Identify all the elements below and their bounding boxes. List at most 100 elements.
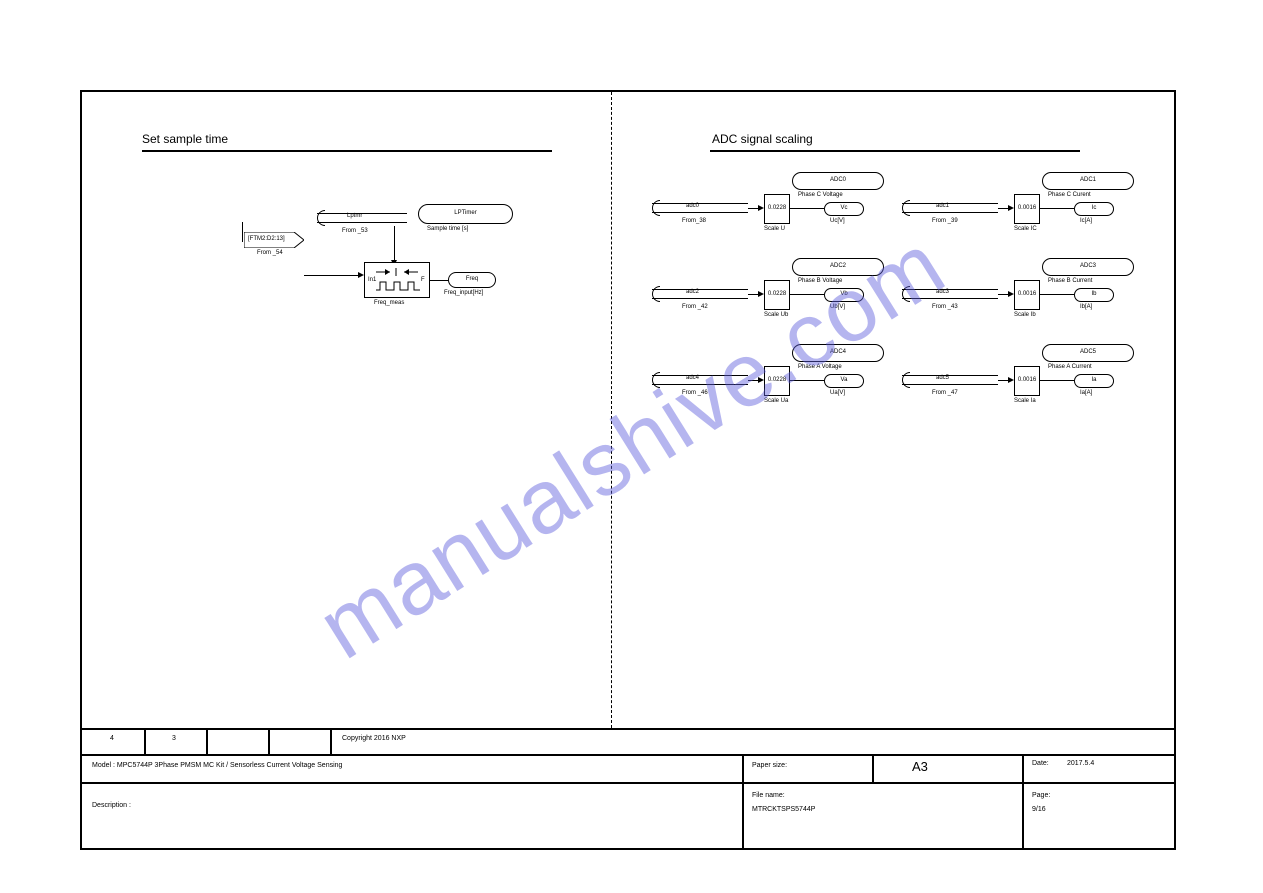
adc0-out-line: [790, 208, 824, 209]
adc5-out-pill: Ia: [1074, 374, 1114, 388]
adc3-src-label: ADC3: [1043, 263, 1133, 270]
left-section-title: Set sample time: [142, 132, 228, 146]
adc2-gain-label: 0.0228: [765, 291, 789, 298]
tb-v4: [330, 728, 332, 754]
adc3-bus-label: adc3: [936, 289, 949, 296]
adc0-bus-label: adc0: [686, 203, 699, 210]
adc2-out-pill: Vb: [824, 288, 864, 302]
tb-r3-file-lbl: File name:: [752, 792, 785, 799]
adc4-gain-label: 0.0228: [765, 377, 789, 384]
titleblock-line-2: [82, 782, 1174, 784]
adc4-src-label: ADC4: [793, 349, 883, 356]
adc0-out-pill: Vc: [824, 202, 864, 216]
pulse-train-icon: [368, 266, 428, 294]
tb-r2-a3: A3: [912, 759, 928, 774]
pill-freq-out: Freq: [448, 272, 496, 288]
adc5-out-line: [1040, 380, 1074, 381]
pill-freq-out-label: Freq: [449, 276, 495, 283]
adc4-src-pill: ADC4: [792, 344, 884, 362]
tb-r3-page: 9/16: [1032, 806, 1046, 813]
adc2-bus-sub: From _42: [682, 304, 708, 311]
adc5-gain-label: 0.0016: [1015, 377, 1039, 384]
titleblock-line-top: [82, 728, 1174, 730]
adc0-out-label: Vc: [825, 205, 863, 212]
adc1-src-label: ADC1: [1043, 177, 1133, 184]
tb-v3: [268, 728, 270, 754]
adc3-out-sub: Ib[A]: [1080, 304, 1092, 311]
adc1-bus-label: adc1: [936, 203, 949, 210]
adc5-src-sub: Phase A Current: [1048, 364, 1092, 371]
flag-label: [FTM2:D2:13]: [248, 236, 285, 243]
adc2-gain: 0.0228: [764, 280, 790, 310]
adc1-bus-sub: From _39: [932, 218, 958, 225]
flag-stem: [242, 222, 243, 242]
drawing-frame: Set sample time [FTM2:D2:13] From _54 Lp…: [80, 90, 1176, 850]
adc1-src-sub: Phase C Curent: [1048, 192, 1091, 199]
adc0-bus-sub: From_38: [682, 218, 706, 225]
adc0-bus: adc0: [652, 200, 748, 216]
adc3-out-pill: Ib: [1074, 288, 1114, 302]
tb-r1-c1: 4: [110, 735, 114, 742]
tb-r3-file: MTRCKTSPS5744P: [752, 806, 815, 813]
adc1-out-line: [1040, 208, 1074, 209]
adc3-bus: adc3: [902, 286, 998, 302]
h-arrow-into-freq: [304, 275, 360, 276]
tb-v-right1: [742, 754, 744, 848]
adc4-bus: adc4: [652, 372, 748, 388]
tb-r1-c2: 3: [172, 735, 176, 742]
adc2-out-line: [790, 294, 824, 295]
pill-freq-out-sub: Freq_input[Hz]: [444, 290, 483, 297]
vertical-divider: [611, 92, 612, 728]
tb-v-right3: [1022, 754, 1024, 848]
freq-out-line: [430, 280, 448, 281]
titleblock-line-mid: [82, 754, 1174, 756]
adc5-bus-label: adc5: [936, 375, 949, 382]
adc5-out-label: Ia: [1075, 377, 1113, 384]
bus-lptmr-label: Lptmr: [347, 213, 362, 220]
tb-r2-left: Model : MPC5744P 3Phase PMSM MC Kit / Se…: [92, 762, 342, 769]
right-section-title: ADC signal scaling: [712, 132, 813, 146]
adc4-bus-label: adc4: [686, 375, 699, 382]
freq-meas-block: In1 F: [364, 262, 430, 298]
adc2-out-sub: Ub[V]: [830, 304, 845, 311]
adc3-out-line: [1040, 294, 1074, 295]
pill-lptimer-label: LPTimer: [419, 210, 512, 217]
pill-lptimer: LPTimer: [418, 204, 513, 224]
adc2-bus-label: adc2: [686, 289, 699, 296]
adc0-out-sub: Uc[V]: [830, 218, 845, 225]
adc3-src-pill: ADC3: [1042, 258, 1134, 276]
adc1-src-pill: ADC1: [1042, 172, 1134, 190]
adc1-gain-label: 0.0016: [1015, 205, 1039, 212]
adc1-out-sub: Ic[A]: [1080, 218, 1092, 225]
page: Set sample time [FTM2:D2:13] From _54 Lp…: [0, 0, 1263, 893]
v-arrow-into-freq: [394, 226, 395, 262]
adc5-gain: 0.0016: [1014, 366, 1040, 396]
adc1-out-label: Ic: [1075, 205, 1113, 212]
adc0-gain-sub: Scale U: [764, 226, 785, 233]
freq-meas-name: Freq_meas: [374, 300, 404, 307]
adc3-gain-label: 0.0016: [1015, 291, 1039, 298]
adc3-bus-sub: From _43: [932, 304, 958, 311]
pill-lptimer-sub: Sample time [s]: [427, 226, 468, 233]
adc1-gain: 0.0016: [1014, 194, 1040, 224]
tb-r2-paper-lbl: Paper size:: [752, 762, 787, 769]
flag-sub: From _54: [257, 250, 283, 257]
tb-r3-left: Description :: [92, 802, 131, 809]
flag-tag: [FTM2:D2:13]: [244, 232, 304, 248]
adc2-src-pill: ADC2: [792, 258, 884, 276]
adc0-src-label: ADC0: [793, 177, 883, 184]
left-underline: [142, 150, 552, 152]
tb-v1: [144, 728, 146, 754]
adc0-src-pill: ADC0: [792, 172, 884, 190]
tb-r3-page-lbl: Page:: [1032, 792, 1050, 799]
tb-v-right2: [872, 754, 874, 782]
adc4-bus-sub: From _46: [682, 390, 708, 397]
adc4-out-label: Va: [825, 377, 863, 384]
adc2-gain-sub: Scale Ub: [764, 312, 788, 319]
adc0-src-sub: Phase C Voltage: [798, 192, 843, 199]
adc4-gain-sub: Scale Ua: [764, 398, 788, 405]
adc3-gain-sub: Scale Ib: [1014, 312, 1036, 319]
adc4-out-line: [790, 380, 824, 381]
adc0-gain: 0.0228: [764, 194, 790, 224]
tb-r1-c3: Copyright 2016 NXP: [342, 735, 406, 742]
